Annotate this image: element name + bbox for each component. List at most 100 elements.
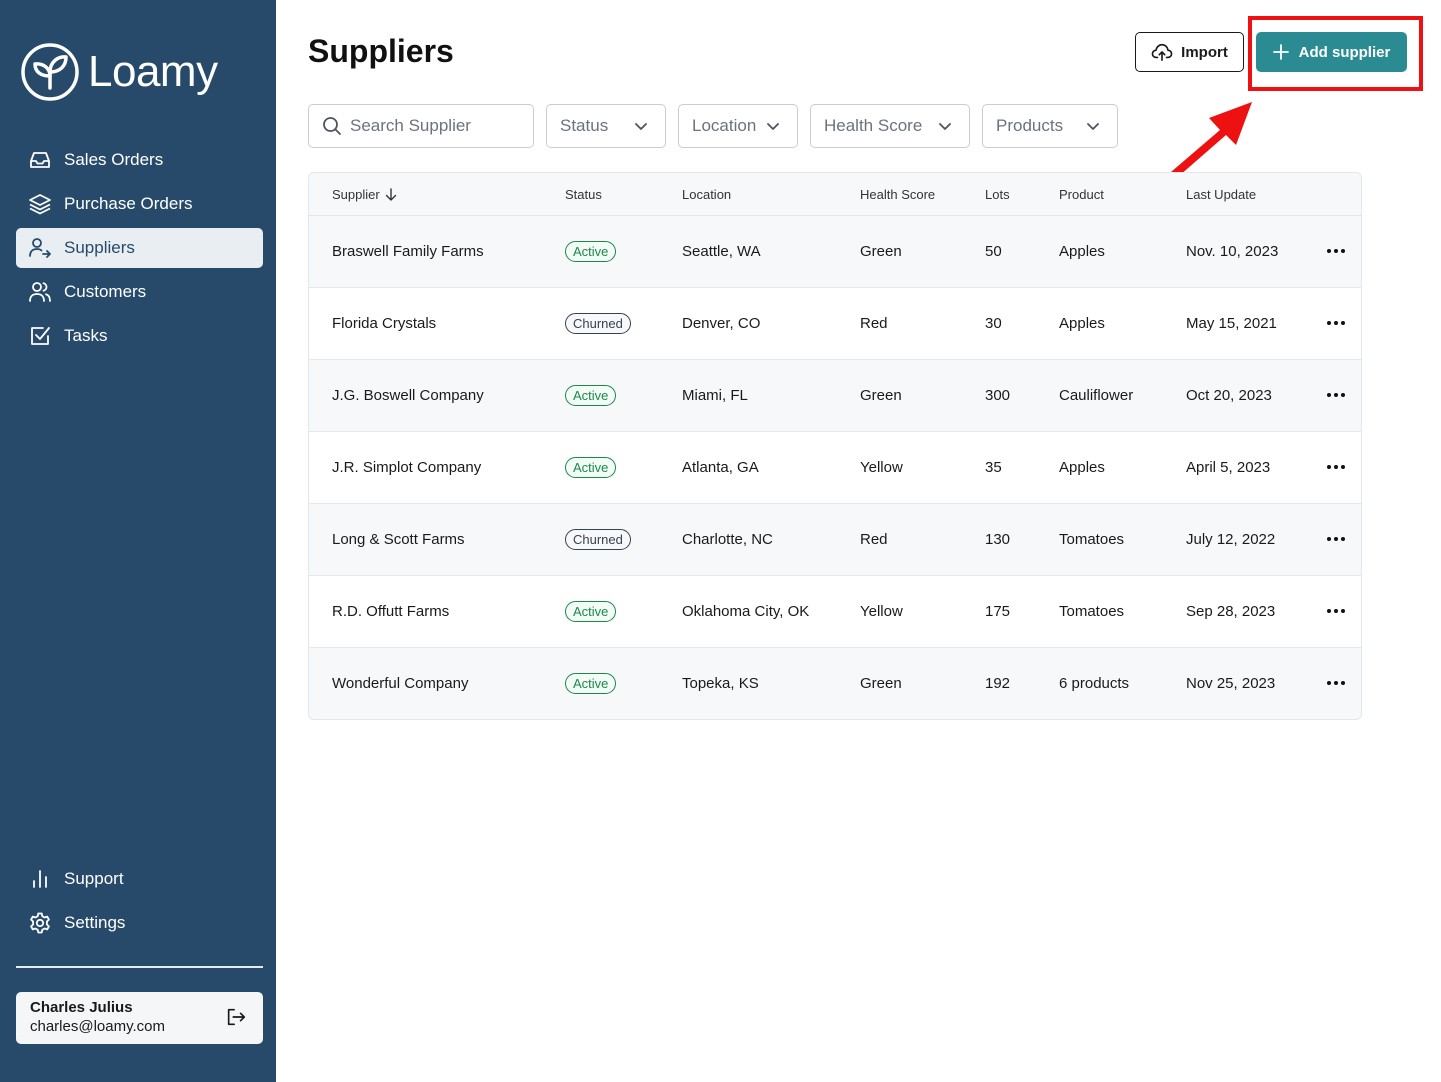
product-cell: Apples (1059, 459, 1105, 476)
search-input[interactable]: Search Supplier (308, 104, 534, 148)
sidebar-item-support[interactable]: Support (16, 859, 263, 899)
column-header-last-update[interactable]: Last Update (1186, 187, 1256, 202)
suppliers-table: Supplier Status Location Health Score Lo… (308, 172, 1362, 720)
brand-logo[interactable]: Loamy (20, 42, 218, 102)
import-button[interactable]: Import (1135, 32, 1244, 72)
sidebar-nav: Sales Orders Purchase Orders Suppliers C… (16, 140, 263, 360)
more-options-icon[interactable] (1325, 528, 1347, 550)
table-row[interactable]: J.G. Boswell Company Active Miami, FL Gr… (309, 360, 1361, 432)
logout-icon[interactable] (225, 1006, 247, 1028)
inbox-icon (28, 148, 52, 172)
sidebar-item-tasks[interactable]: Tasks (16, 316, 263, 356)
column-header-lots[interactable]: Lots (985, 187, 1010, 202)
layers-icon (28, 192, 52, 216)
location-filter[interactable]: Location (678, 104, 798, 148)
status-filter[interactable]: Status (546, 104, 666, 148)
table-body: Braswell Family Farms Active Seattle, WA… (309, 216, 1361, 719)
column-header-status[interactable]: Status (565, 187, 602, 202)
products-filter[interactable]: Products (982, 104, 1118, 148)
supplier-cell: Long & Scott Farms (332, 531, 465, 548)
table-row[interactable]: Braswell Family Farms Active Seattle, WA… (309, 216, 1361, 288)
column-header-product[interactable]: Product (1059, 187, 1104, 202)
sidebar-item-label: Support (64, 869, 124, 888)
last-update-cell: Sep 28, 2023 (1186, 603, 1276, 620)
health-score-filter[interactable]: Health Score (810, 104, 970, 148)
status-badge: Active (565, 673, 617, 694)
health-score-cell: Yellow (860, 459, 903, 476)
table-row[interactable]: Florida Crystals Churned Denver, CO Red … (309, 288, 1361, 360)
supplier-cell: Braswell Family Farms (332, 243, 484, 260)
more-options-icon[interactable] (1325, 240, 1347, 262)
column-label: Supplier (332, 187, 380, 202)
table-row[interactable]: Long & Scott Farms Churned Charlotte, NC… (309, 504, 1361, 576)
column-header-location[interactable]: Location (682, 187, 731, 202)
user-arrow-icon (28, 236, 52, 260)
sidebar-item-label: Purchase Orders (64, 194, 193, 213)
location-filter-label: Location (692, 116, 757, 135)
health-score-cell: Green (860, 675, 902, 692)
last-update-cell: Nov. 10, 2023 (1186, 243, 1279, 260)
supplier-cell: J.R. Simplot Company (332, 459, 482, 476)
table-row[interactable]: Wonderful Company Active Topeka, KS Gree… (309, 648, 1361, 719)
supplier-cell: R.D. Offutt Farms (332, 603, 450, 620)
arrow-down-icon (385, 188, 396, 201)
status-badge: Churned (565, 313, 631, 334)
more-options-icon[interactable] (1325, 672, 1347, 694)
user-name: Charles Julius (30, 999, 133, 1016)
status-badge: Active (565, 457, 617, 478)
sidebar-item-suppliers[interactable]: Suppliers (16, 228, 263, 268)
annotation-highlight-box (1248, 16, 1423, 91)
status-badge: Active (565, 241, 617, 262)
sidebar-bottom-nav: Support Settings (16, 859, 263, 947)
sidebar-item-settings[interactable]: Settings (16, 903, 263, 943)
status-filter-label: Status (560, 116, 609, 135)
table-header: Supplier Status Location Health Score Lo… (309, 173, 1361, 216)
health-score-cell: Red (860, 315, 888, 332)
product-cell: Apples (1059, 315, 1105, 332)
table-row[interactable]: J.R. Simplot Company Active Atlanta, GA … (309, 432, 1361, 504)
sidebar-item-label: Customers (64, 282, 147, 301)
supplier-cell: Wonderful Company (332, 675, 469, 692)
lots-cell: 130 (985, 531, 1011, 548)
leaf-logo-icon (21, 43, 79, 101)
column-header-supplier[interactable]: Supplier (332, 187, 397, 202)
status-badge: Active (565, 601, 617, 622)
sidebar-item-label: Settings (64, 913, 126, 932)
chevron-down-icon (1087, 123, 1099, 130)
more-options-icon[interactable] (1325, 600, 1347, 622)
brand-name: Loamy (88, 47, 218, 96)
location-cell: Miami, FL (682, 387, 748, 404)
sidebar-item-sales-orders[interactable]: Sales Orders (16, 140, 263, 180)
last-update-cell: Nov 25, 2023 (1186, 675, 1276, 692)
sidebar-item-purchase-orders[interactable]: Purchase Orders (16, 184, 263, 224)
last-update-cell: April 5, 2023 (1186, 459, 1271, 476)
more-options-icon[interactable] (1325, 384, 1347, 406)
location-cell: Topeka, KS (682, 675, 759, 692)
lots-cell: 30 (985, 315, 1002, 332)
bar-chart-icon (28, 867, 52, 891)
health-score-cell: Green (860, 243, 902, 260)
more-options-icon[interactable] (1325, 456, 1347, 478)
supplier-cell: Florida Crystals (332, 315, 437, 332)
supplier-cell: J.G. Boswell Company (332, 387, 484, 404)
checkbox-icon (28, 324, 52, 348)
search-icon (322, 116, 342, 136)
search-placeholder: Search Supplier (350, 116, 471, 135)
health-score-cell: Red (860, 531, 888, 548)
lots-cell: 300 (985, 387, 1011, 404)
chevron-down-icon (939, 123, 951, 130)
sidebar-item-customers[interactable]: Customers (16, 272, 263, 312)
health-score-cell: Yellow (860, 603, 903, 620)
product-cell: Tomatoes (1059, 531, 1125, 548)
product-cell: Cauliflower (1059, 387, 1134, 404)
sidebar-item-label: Suppliers (64, 238, 135, 257)
sidebar-divider (16, 966, 263, 968)
status-badge: Active (565, 385, 617, 406)
health-score-filter-label: Health Score (824, 116, 923, 135)
more-options-icon[interactable] (1325, 312, 1347, 334)
user-card: Charles Julius charles@loamy.com (16, 992, 263, 1044)
column-header-health-score[interactable]: Health Score (860, 187, 935, 202)
product-cell: Apples (1059, 243, 1105, 260)
table-row[interactable]: R.D. Offutt Farms Active Oklahoma City, … (309, 576, 1361, 648)
products-filter-label: Products (996, 116, 1064, 135)
